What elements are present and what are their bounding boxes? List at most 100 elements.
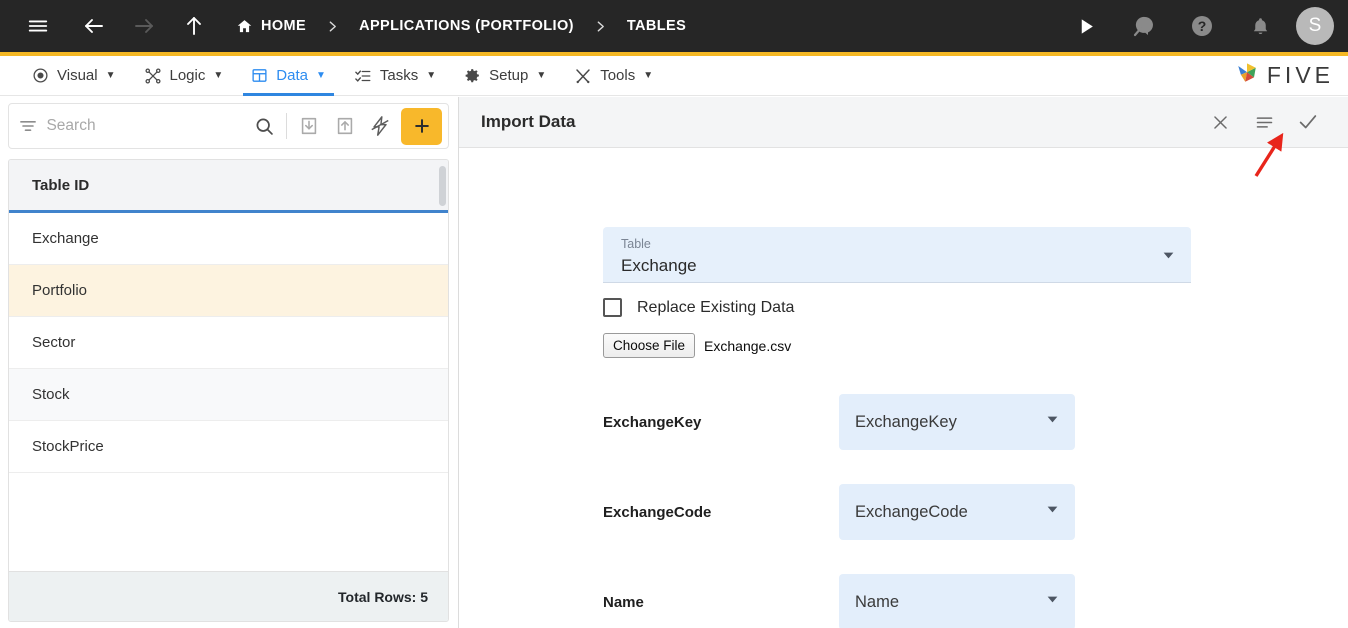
table-select-value: Exchange bbox=[621, 256, 697, 275]
table-row-label: StockPrice bbox=[32, 438, 104, 455]
menu-item-tasks[interactable]: Tasks ▼ bbox=[340, 56, 450, 96]
gear-icon bbox=[464, 67, 481, 84]
field-mapping-dropdown[interactable]: ExchangeKey bbox=[839, 394, 1075, 450]
menu-label-tools: Tools bbox=[600, 67, 636, 84]
column-header-label: Table ID bbox=[32, 176, 90, 194]
chevron-down-icon-tools: ▼ bbox=[643, 70, 654, 81]
list-scrollbar[interactable] bbox=[439, 166, 446, 206]
breadcrumb-item-applications[interactable]: APPLICATIONS (PORTFOLIO) bbox=[359, 18, 574, 34]
page-title: Import Data bbox=[481, 112, 576, 131]
tables-sidebar: Table ID Exchange Portfolio Sector Stock… bbox=[0, 97, 458, 628]
field-mapping-value: ExchangeCode bbox=[855, 502, 968, 521]
tasks-list-icon bbox=[354, 67, 372, 85]
chevron-down-icon-tasks: ▼ bbox=[426, 70, 437, 81]
field-mapping-label: ExchangeKey bbox=[603, 413, 702, 431]
table-row[interactable]: Portfolio bbox=[9, 265, 448, 317]
import-data-panel: Import Data Table Exchange Replace Exist… bbox=[459, 97, 1348, 628]
file-picker-row: Choose File Exchange.csv bbox=[603, 333, 791, 358]
field-mapping-label: ExchangeCode bbox=[603, 503, 712, 521]
chevron-down-icon bbox=[1162, 249, 1175, 267]
menu-item-setup[interactable]: Setup ▼ bbox=[450, 56, 560, 96]
table-row-label: Portfolio bbox=[32, 282, 88, 299]
export-icon[interactable] bbox=[327, 106, 363, 146]
chevron-right-icon bbox=[326, 20, 339, 33]
breadcrumb-item-tables[interactable]: TABLES bbox=[627, 18, 686, 34]
close-icon[interactable] bbox=[1198, 100, 1242, 144]
sidebar-toolbar bbox=[8, 103, 449, 149]
table-row[interactable]: Exchange bbox=[9, 213, 448, 265]
menu-label-visual: Visual bbox=[57, 67, 98, 84]
panel-header-actions bbox=[1198, 100, 1348, 144]
chevron-down-icon bbox=[1046, 413, 1059, 431]
help-icon[interactable]: ? bbox=[1186, 10, 1218, 42]
field-mapping-value: Name bbox=[855, 592, 900, 611]
brand-logo: FIVE bbox=[1233, 59, 1348, 92]
five-pinwheel-icon bbox=[1233, 59, 1261, 92]
table-column-header[interactable]: Table ID bbox=[9, 160, 448, 213]
hamburger-icon[interactable] bbox=[22, 10, 54, 42]
chevron-right-icon-2 bbox=[594, 20, 607, 33]
panel-header: Import Data bbox=[459, 97, 1348, 148]
arrow-right-icon bbox=[128, 10, 160, 42]
table-row-label: Sector bbox=[32, 334, 76, 351]
total-rows-bar: Total Rows: 5 bbox=[9, 571, 448, 621]
notifications-icon[interactable] bbox=[1244, 10, 1276, 42]
menu-icon[interactable] bbox=[1242, 100, 1286, 144]
menu-item-data[interactable]: Data ▼ bbox=[237, 56, 340, 96]
selected-file-name: Exchange.csv bbox=[704, 337, 792, 354]
total-rows-label: Total Rows: 5 bbox=[338, 588, 428, 605]
chevron-down-icon-logic: ▼ bbox=[213, 70, 224, 81]
menu-label-logic: Logic bbox=[169, 67, 206, 84]
search-chat-icon[interactable] bbox=[1128, 10, 1160, 42]
import-form: Table Exchange Replace Existing Data Cho… bbox=[459, 148, 1348, 628]
eye-icon bbox=[32, 67, 49, 84]
top-navigation-bar: HOME APPLICATIONS (PORTFOLIO) TABLES ? S bbox=[0, 0, 1348, 52]
topbar-actions: ? S bbox=[1056, 7, 1348, 45]
tools-icon bbox=[574, 67, 592, 85]
menu-item-logic[interactable]: Logic ▼ bbox=[130, 56, 238, 96]
table-select-dropdown[interactable]: Table Exchange bbox=[603, 227, 1191, 283]
replace-existing-data-label: Replace Existing Data bbox=[637, 298, 795, 316]
chevron-down-icon bbox=[1046, 593, 1059, 611]
menu-label-setup: Setup bbox=[489, 67, 529, 84]
field-mapping-dropdown[interactable]: Name bbox=[839, 574, 1075, 628]
table-row[interactable]: StockPrice bbox=[9, 421, 448, 473]
table-row[interactable]: Stock bbox=[9, 369, 448, 421]
field-mapping-row: ExchangeCode ExchangeCode bbox=[603, 467, 1223, 557]
svg-text:?: ? bbox=[1198, 18, 1207, 34]
replace-existing-data-row[interactable]: Replace Existing Data bbox=[603, 298, 794, 317]
field-mapping-row: Name Name bbox=[603, 557, 1223, 628]
replace-existing-data-checkbox[interactable] bbox=[603, 298, 622, 317]
add-table-button[interactable] bbox=[401, 107, 443, 145]
avatar[interactable]: S bbox=[1296, 7, 1334, 45]
chevron-down-icon bbox=[1046, 503, 1059, 521]
filter-icon[interactable] bbox=[9, 116, 46, 136]
chevron-down-icon-visual: ▼ bbox=[105, 70, 116, 81]
flash-icon[interactable] bbox=[362, 106, 398, 146]
confirm-check-icon[interactable] bbox=[1286, 100, 1330, 144]
brand-text: FIVE bbox=[1266, 62, 1334, 88]
main-menu-bar: Visual ▼ Logic ▼ Data ▼ Tasks ▼ Setup ▼ … bbox=[0, 56, 1348, 96]
search-input[interactable] bbox=[46, 117, 247, 135]
menu-item-visual[interactable]: Visual ▼ bbox=[18, 56, 130, 96]
table-row-label: Stock bbox=[32, 386, 70, 403]
table-row-label: Exchange bbox=[32, 230, 99, 247]
search-icon[interactable] bbox=[246, 116, 282, 137]
chevron-down-icon-setup: ▼ bbox=[536, 70, 547, 81]
home-icon bbox=[236, 18, 253, 35]
table-grid-icon bbox=[251, 67, 268, 84]
field-mapping-dropdown[interactable]: ExchangeCode bbox=[839, 484, 1075, 540]
tables-list: Table ID Exchange Portfolio Sector Stock… bbox=[8, 159, 449, 622]
table-row[interactable]: Sector bbox=[9, 317, 448, 369]
arrow-up-icon[interactable] bbox=[178, 10, 210, 42]
application-window: HOME APPLICATIONS (PORTFOLIO) TABLES ? S… bbox=[0, 0, 1348, 628]
table-select-label: Table bbox=[621, 237, 651, 251]
menu-item-tools[interactable]: Tools ▼ bbox=[560, 56, 667, 96]
import-icon[interactable] bbox=[291, 106, 327, 146]
breadcrumb-item-home[interactable]: HOME bbox=[236, 18, 306, 35]
field-mapping-value: ExchangeKey bbox=[855, 412, 957, 431]
field-mapping-label: Name bbox=[603, 593, 644, 611]
arrow-left-icon[interactable] bbox=[78, 10, 110, 42]
run-icon[interactable] bbox=[1070, 10, 1102, 42]
choose-file-button[interactable]: Choose File bbox=[603, 333, 696, 358]
